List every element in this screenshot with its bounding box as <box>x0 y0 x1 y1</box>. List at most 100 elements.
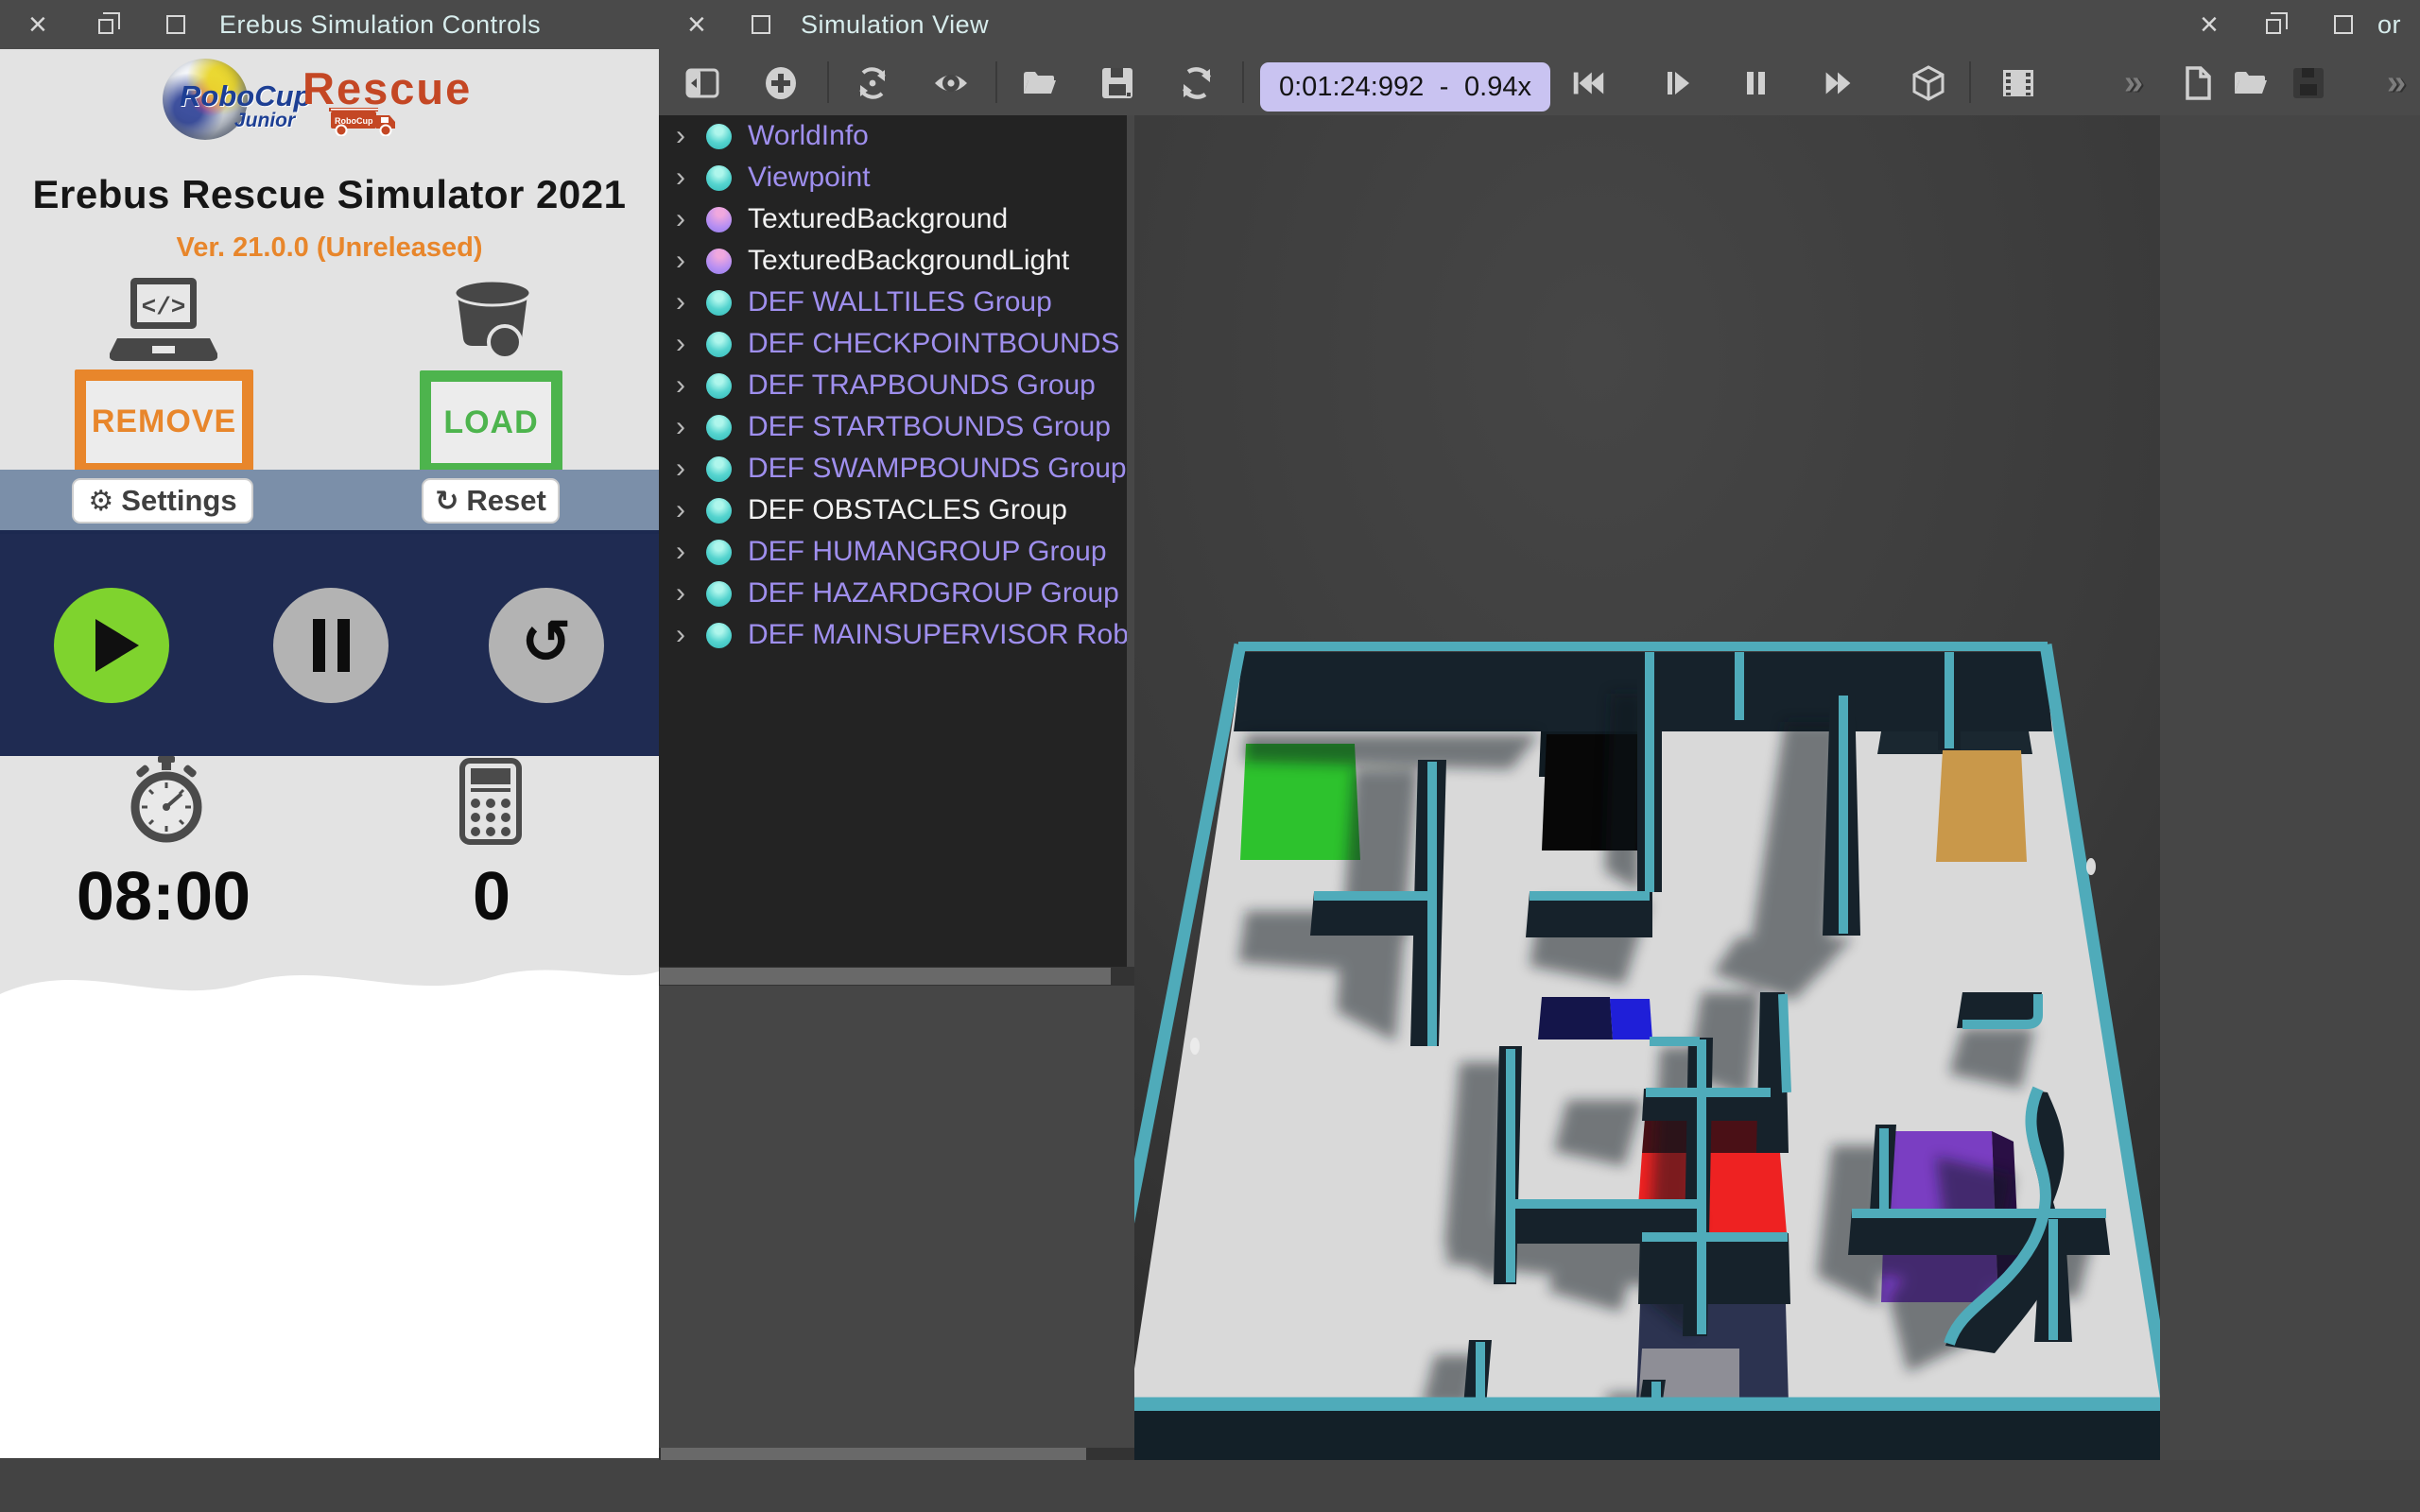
expander-icon[interactable]: › <box>676 533 685 571</box>
tree-item[interactable]: › TexturedBackgroundLight <box>659 240 1134 282</box>
node-label: WorldInfo <box>748 120 869 152</box>
restore-icon[interactable] <box>98 19 113 34</box>
reset-button[interactable]: ↻ Reset <box>422 478 560 524</box>
sim-dash: - <box>1440 72 1449 103</box>
restart-icon: ↺ <box>521 612 572 673</box>
add-node-button[interactable] <box>761 63 801 103</box>
restart-button[interactable]: ↺ <box>489 588 604 703</box>
open-world-button[interactable] <box>1019 63 1059 103</box>
maximize-icon[interactable] <box>752 15 770 34</box>
play-button[interactable] <box>54 588 169 703</box>
step-button[interactable] <box>1658 63 1698 103</box>
node-icon <box>706 332 732 357</box>
expander-icon[interactable]: › <box>676 159 685 197</box>
expander-icon[interactable]: › <box>676 117 685 155</box>
door-notch <box>1190 1038 1200 1055</box>
simulation-titlebar: × Simulation View × or <box>659 0 2420 49</box>
node-icon <box>706 623 732 648</box>
remove-button[interactable]: REMOVE <box>75 369 253 474</box>
save-file-button[interactable] <box>2289 63 2328 103</box>
toggle-scene-tree-button[interactable] <box>683 63 722 103</box>
node-label: Viewpoint <box>748 162 871 194</box>
load-button[interactable]: LOAD <box>420 370 562 474</box>
node-icon <box>706 540 732 565</box>
tree-item[interactable]: › Viewpoint <box>659 157 1134 198</box>
expander-icon[interactable]: › <box>676 325 685 363</box>
expander-icon[interactable]: › <box>676 408 685 446</box>
controls-window: × Erebus Simulation Controls RoboCup Jun… <box>0 0 659 1458</box>
expander-icon[interactable]: › <box>676 242 685 280</box>
toolbar-separator <box>1969 61 1971 103</box>
tree-item[interactable]: › DEF HUMANGROUP Group <box>659 531 1134 573</box>
node-label: DEF HAZARDGROUP Group <box>748 577 1119 610</box>
score-value: 0 <box>406 858 577 936</box>
node-label: DEF TRAPBOUNDS Group <box>748 369 1096 402</box>
scene-tree-vertical-scrollbar[interactable] <box>1127 115 1134 967</box>
tree-item[interactable]: › DEF MAINSUPERVISOR Robot <box>659 614 1134 656</box>
scrollbar-thumb[interactable] <box>660 968 1111 985</box>
node-icon <box>706 165 732 191</box>
save-world-button[interactable] <box>1098 63 1137 103</box>
toolbar-separator <box>995 61 997 103</box>
settings-bar: ⚙ Settings ↻ Reset <box>0 470 659 534</box>
simulation-toolbar: 0:01:24:992 - 0.94x » <box>659 49 2420 115</box>
eye-rendering-button[interactable] <box>931 63 971 103</box>
maximize-icon[interactable] <box>166 15 185 34</box>
reset-simulation-button[interactable] <box>853 63 892 103</box>
rewind-button[interactable] <box>1568 63 1608 103</box>
tree-item[interactable]: › DEF SWAMPBOUNDS Group <box>659 448 1134 490</box>
node-icon <box>706 290 732 316</box>
overflow-chevrons-icon[interactable]: » <box>2124 62 2143 102</box>
settings-button[interactable]: ⚙ Settings <box>72 478 253 524</box>
expander-icon[interactable]: › <box>676 491 685 529</box>
restore-icon[interactable] <box>2266 19 2281 34</box>
tree-item[interactable]: › DEF WALLTILES Group <box>659 282 1134 323</box>
expander-icon[interactable]: › <box>676 450 685 488</box>
node-icon <box>706 498 732 524</box>
pane-horizontal-scrollbar[interactable] <box>659 1448 1134 1460</box>
rescue-truck-icon: RoboCup <box>329 104 399 136</box>
new-file-button[interactable] <box>2178 63 2218 103</box>
node-icon <box>706 124 732 149</box>
checkpoint-tile-blue <box>1610 999 1652 1040</box>
fast-forward-button[interactable] <box>1819 63 1858 103</box>
movie-record-button[interactable] <box>1998 63 2038 103</box>
tree-item[interactable]: › TexturedBackground <box>659 198 1134 240</box>
pause-button[interactable] <box>273 588 389 703</box>
toolbar-separator <box>827 61 829 103</box>
tree-item[interactable]: › DEF STARTBOUNDS Group <box>659 406 1134 448</box>
expander-icon[interactable]: › <box>676 200 685 238</box>
pause-icon <box>313 619 350 672</box>
tree-item[interactable]: › DEF TRAPBOUNDS Group <box>659 365 1134 406</box>
scene-tree-horizontal-scrollbar[interactable] <box>659 967 1134 986</box>
node-label: DEF OBSTACLES Group <box>748 494 1067 526</box>
robocup-junior-text: Junior <box>234 110 295 132</box>
node-icon <box>706 581 732 607</box>
tree-item[interactable]: › DEF CHECKPOINTBOUNDS Group <box>659 323 1134 365</box>
tree-item[interactable]: › DEF HAZARDGROUP Group <box>659 573 1134 614</box>
pause-button[interactable] <box>1736 63 1775 103</box>
node-icon <box>706 456 732 482</box>
close-icon[interactable]: × <box>687 0 706 49</box>
refresh-icon: ↻ <box>435 485 458 518</box>
platform-front-face <box>1134 1411 2160 1460</box>
expander-icon[interactable]: › <box>676 616 685 654</box>
door-notch <box>2086 858 2096 875</box>
tree-item[interactable]: › WorldInfo <box>659 115 1134 157</box>
tree-item[interactable]: › DEF OBSTACLES Group <box>659 490 1134 531</box>
toggle-3d-view-button[interactable] <box>1909 63 1948 103</box>
expander-icon[interactable]: › <box>676 575 685 612</box>
reload-world-button[interactable] <box>1177 63 1217 103</box>
clipped-window-title: or <box>2377 0 2401 49</box>
right-side-pane <box>2160 115 2420 1460</box>
node-label: DEF CHECKPOINTBOUNDS Group <box>748 328 1134 360</box>
scrollbar-thumb[interactable] <box>661 1448 1086 1460</box>
maximize-icon[interactable] <box>2334 15 2353 34</box>
3d-viewport[interactable] <box>1134 115 2160 1460</box>
overflow-chevrons-icon[interactable]: » <box>2387 62 2406 102</box>
open-file-button[interactable] <box>2230 63 2270 103</box>
expander-icon[interactable]: › <box>676 367 685 404</box>
close-icon[interactable]: × <box>28 0 47 49</box>
close-icon[interactable]: × <box>2200 0 2219 49</box>
expander-icon[interactable]: › <box>676 284 685 321</box>
